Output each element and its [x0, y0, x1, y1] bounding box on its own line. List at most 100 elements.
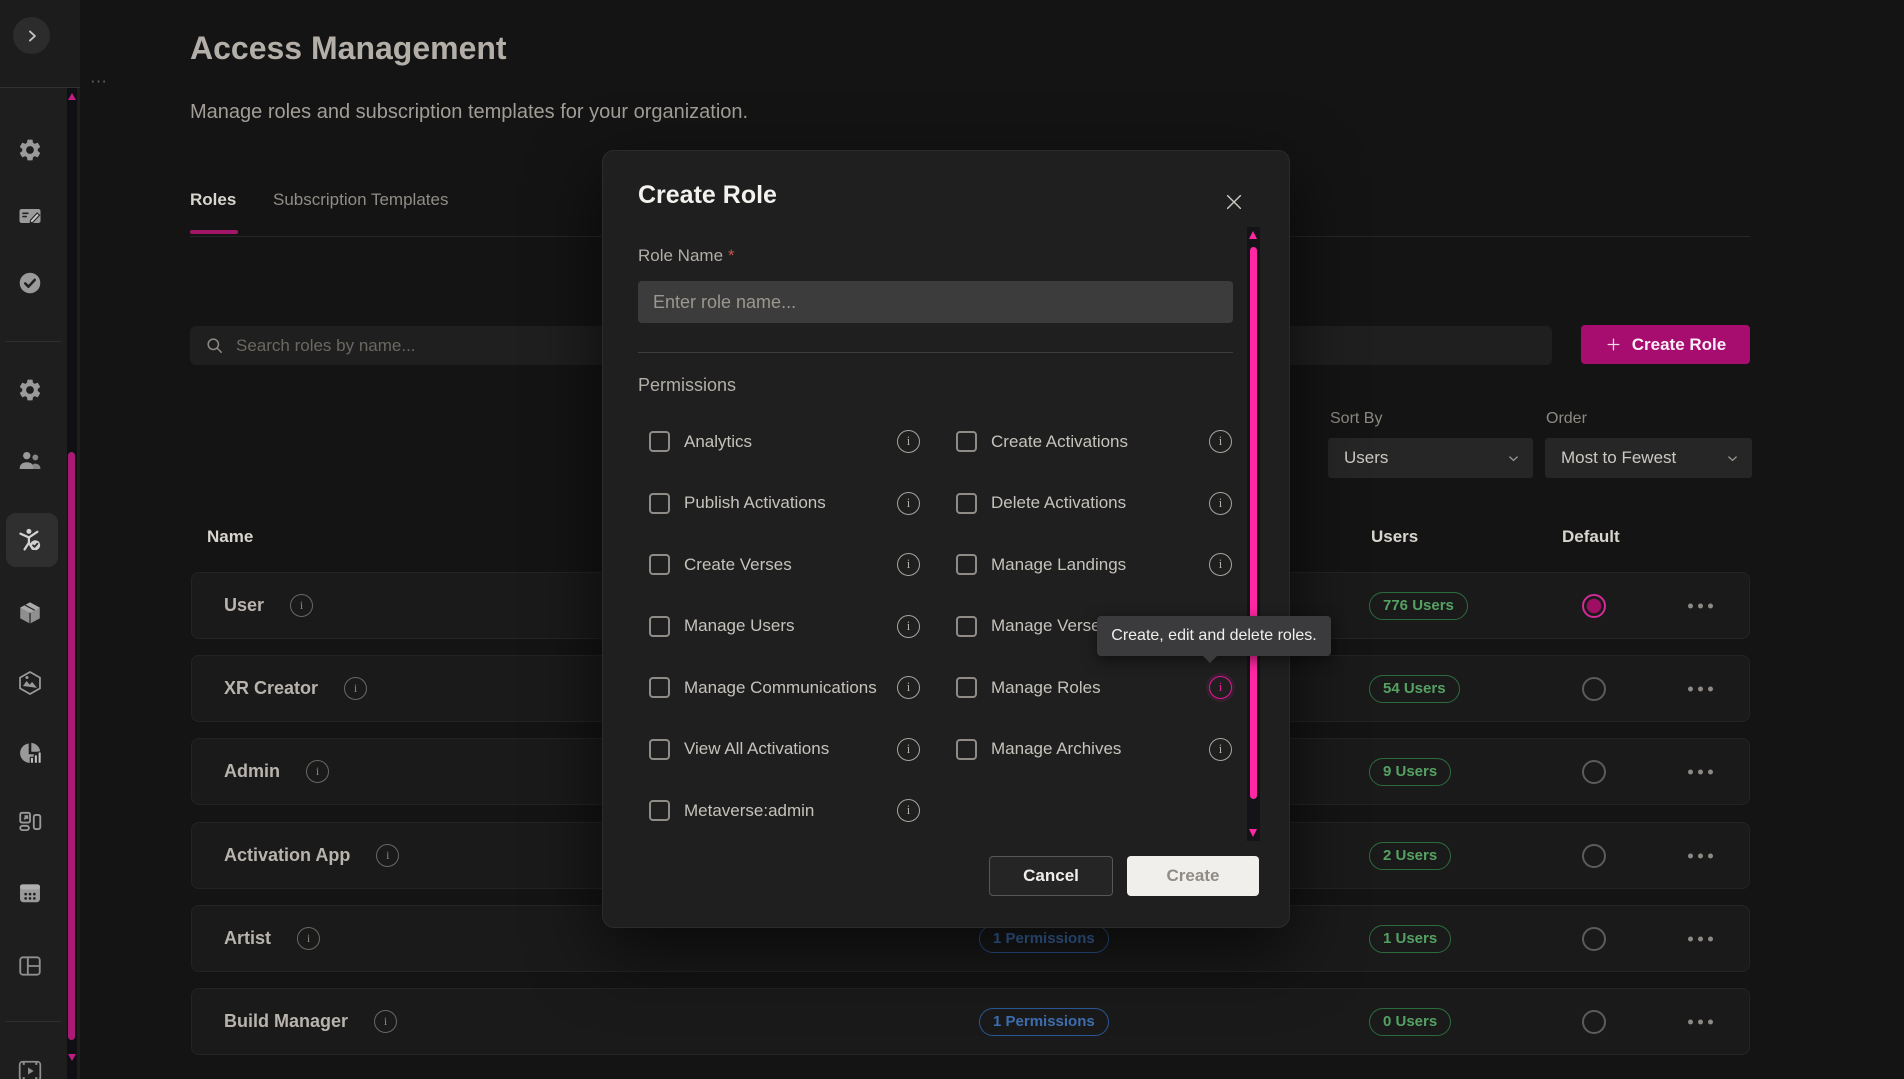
- sidebar-item-scenes[interactable]: [17, 670, 43, 696]
- checkbox[interactable]: [956, 616, 977, 637]
- info-icon[interactable]: i: [897, 738, 920, 761]
- checkbox[interactable]: [649, 431, 670, 452]
- info-icon[interactable]: i: [897, 492, 920, 515]
- create-button-disabled[interactable]: Create: [1127, 856, 1259, 896]
- checkbox[interactable]: [649, 800, 670, 821]
- checkbox[interactable]: [956, 677, 977, 698]
- info-icon[interactable]: i: [344, 677, 367, 700]
- info-icon[interactable]: i: [897, 676, 920, 699]
- info-icon[interactable]: i: [376, 844, 399, 867]
- sidebar-scroll-down-arrow[interactable]: [68, 1054, 76, 1061]
- sidebar-item-card-edit[interactable]: [17, 203, 43, 229]
- checkbox[interactable]: [956, 739, 977, 760]
- sidebar-item-settings[interactable]: [17, 137, 43, 163]
- info-icon[interactable]: i: [374, 1010, 397, 1033]
- info-icon[interactable]: i: [897, 553, 920, 576]
- default-radio[interactable]: [1582, 844, 1606, 868]
- row-actions-menu[interactable]: [1688, 686, 1713, 691]
- sidebar-expand-button[interactable]: [13, 17, 50, 54]
- search-icon: [190, 336, 224, 355]
- default-radio[interactable]: [1582, 677, 1606, 701]
- cancel-button[interactable]: Cancel: [989, 856, 1113, 896]
- tab-roles[interactable]: Roles: [190, 190, 236, 210]
- modal-divider: [638, 352, 1233, 353]
- default-radio[interactable]: [1582, 760, 1606, 784]
- row-actions-menu[interactable]: [1688, 853, 1713, 858]
- sidebar-scrollbar[interactable]: [67, 88, 77, 1079]
- create-role-button-label: Create Role: [1632, 335, 1726, 355]
- row-actions-menu[interactable]: [1688, 936, 1713, 941]
- sidebar-scroll-up-arrow[interactable]: [68, 93, 76, 100]
- info-icon[interactable]: i: [1209, 553, 1232, 576]
- info-icon[interactable]: i: [897, 430, 920, 453]
- sort-by-value: Users: [1328, 448, 1506, 468]
- create-role-modal: Create Role Role Name* Permissions Analy…: [602, 150, 1290, 928]
- row-actions-menu[interactable]: [1688, 1019, 1713, 1024]
- info-icon[interactable]: i: [306, 760, 329, 783]
- checkbox[interactable]: [649, 554, 670, 575]
- role-name-input[interactable]: [638, 281, 1233, 323]
- active-tab-indicator: [190, 230, 238, 234]
- info-icon[interactable]: i: [1209, 430, 1232, 453]
- modal-scrollbar[interactable]: [1247, 227, 1260, 841]
- row-actions-menu[interactable]: [1688, 603, 1713, 608]
- checkbox[interactable]: [649, 493, 670, 514]
- sidebar-divider: [5, 1021, 61, 1022]
- info-icon[interactable]: i: [897, 799, 920, 822]
- table-row-build-manager[interactable]: Build Manager i 1 Permissions 0 Users: [191, 988, 1750, 1055]
- chevron-right-icon: [22, 26, 42, 46]
- sidebar-item-media[interactable]: [17, 1058, 43, 1079]
- column-header-users: Users: [1371, 527, 1418, 547]
- checkbox[interactable]: [649, 616, 670, 637]
- permission-create-activations: Create Activations i: [956, 430, 1232, 453]
- default-radio[interactable]: [1582, 927, 1606, 951]
- permission-delete-activations: Delete Activations i: [956, 492, 1232, 515]
- sidebar-item-access-management[interactable]: [17, 527, 43, 553]
- create-role-button[interactable]: Create Role: [1581, 325, 1750, 364]
- checkbox[interactable]: [956, 431, 977, 452]
- modal-close-button[interactable]: [1223, 191, 1245, 213]
- checkbox[interactable]: [649, 739, 670, 760]
- modal-title: Create Role: [638, 181, 777, 210]
- sidebar-item-schedule[interactable]: [17, 880, 43, 906]
- info-icon[interactable]: i: [1209, 492, 1232, 515]
- order-dropdown[interactable]: Most to Fewest: [1545, 438, 1752, 478]
- chevron-down-icon: [1506, 451, 1533, 466]
- default-radio[interactable]: [1582, 1010, 1606, 1034]
- sidebar-item-devices[interactable]: [17, 809, 43, 835]
- sidebar-item-preferences[interactable]: [17, 377, 43, 403]
- row-actions-menu[interactable]: [1688, 769, 1713, 774]
- info-icon-active[interactable]: i: [1209, 676, 1232, 699]
- checkbox[interactable]: [956, 493, 977, 514]
- role-name: Build Manager: [224, 1011, 348, 1032]
- modal-scroll-up-arrow[interactable]: [1249, 231, 1257, 239]
- panel-layout-icon: [17, 953, 43, 979]
- sidebar-item-analytics[interactable]: [17, 740, 43, 766]
- package-icon: [17, 600, 43, 626]
- plus-icon: [1605, 336, 1622, 353]
- permission-manage-roles: Manage Roles i: [956, 676, 1232, 699]
- order-value: Most to Fewest: [1545, 448, 1725, 468]
- checkbox[interactable]: [649, 677, 670, 698]
- card-edit-icon: [17, 203, 43, 229]
- permission-manage-communications: Manage Communications i: [649, 676, 920, 699]
- sort-by-dropdown[interactable]: Users: [1328, 438, 1533, 478]
- info-icon[interactable]: i: [1209, 738, 1232, 761]
- role-name: Artist: [224, 928, 271, 949]
- sidebar-scrollbar-thumb[interactable]: [68, 452, 75, 1040]
- default-radio[interactable]: [1582, 594, 1606, 618]
- sidebar-divider: [5, 341, 61, 342]
- modal-scroll-down-arrow[interactable]: [1249, 829, 1257, 837]
- checkbox[interactable]: [956, 554, 977, 575]
- tab-subscription-templates[interactable]: Subscription Templates: [273, 190, 448, 210]
- info-icon[interactable]: i: [297, 927, 320, 950]
- sidebar-item-approvals[interactable]: [17, 270, 43, 296]
- sidebar-item-users[interactable]: [17, 447, 43, 473]
- info-icon[interactable]: i: [290, 594, 313, 617]
- sidebar-item-packages[interactable]: [17, 600, 43, 626]
- info-icon[interactable]: i: [897, 615, 920, 638]
- film-icon: [17, 1058, 43, 1079]
- modal-scrollbar-thumb[interactable]: [1250, 247, 1257, 799]
- users-count-badge: 0 Users: [1369, 1008, 1451, 1036]
- sidebar-item-layouts[interactable]: [17, 953, 43, 979]
